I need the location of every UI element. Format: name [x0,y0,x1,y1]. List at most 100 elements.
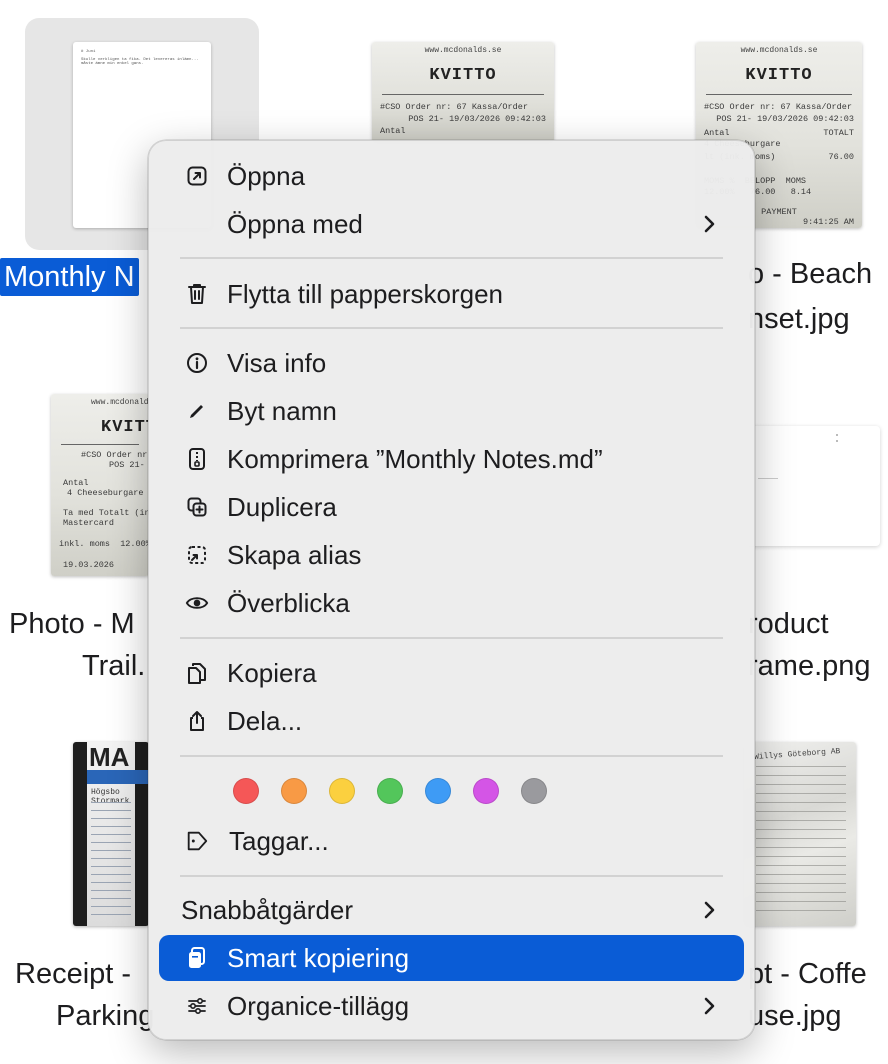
tag-color-purple[interactable] [473,778,499,804]
preview-line [758,478,778,479]
menu-item-label: Flytta till papperskorgen [227,278,504,309]
receipt-text: Antal [63,478,89,488]
receipt-text: KVITTO [101,418,149,437]
eye-icon [185,591,209,615]
tag-color-orange[interactable] [281,778,307,804]
tag-color-red[interactable] [233,778,259,804]
file-label-receipt-parking-2[interactable]: Parking [56,1000,154,1033]
preview-dot [836,440,838,442]
tag-icon [185,829,209,853]
receipt-text: 4 Cheeseburgare [67,488,144,498]
info-icon [185,351,209,375]
receipt-text: KVITTO [429,66,497,85]
file-label-product-frame-1[interactable]: roduct [748,608,829,641]
alias-icon [185,543,209,567]
chevron-right-icon [702,897,718,923]
doc-preview-line: Skulle verkligen ta fika. Det levereras … [81,58,199,66]
menu-item-label: Duplicera [227,491,337,522]
copy-icon [185,661,209,685]
file-label-receipt-parking-1[interactable]: Receipt - [15,958,131,991]
menu-item-share[interactable]: Dela... [159,698,744,744]
receipt-brand: MA [89,742,130,772]
tag-color-yellow[interactable] [329,778,355,804]
menu-item-make-alias[interactable]: Skapa alias [159,532,744,578]
receipt-rule [61,444,139,445]
menu-item-label: Komprimera ”Monthly Notes.md” [227,443,603,474]
share-icon [185,709,209,733]
zip-archive-icon [185,447,209,471]
context-menu: Öppna Öppna med Flytta till papperskorge… [148,140,755,1040]
menu-item-label: Snabbåtgärder [181,894,354,925]
menu-item-get-info[interactable]: Visa info [159,340,744,386]
file-label-monthly-notes[interactable]: Monthly N [0,258,139,296]
pencil-icon [185,399,209,423]
receipt-text: Willys Göteborg AB [753,746,841,763]
file-label-coffee-house-1[interactable]: pt - Coffe [748,958,867,991]
menu-separator [180,875,723,877]
tag-color-blue[interactable] [425,778,451,804]
file-label-coffee-house-2[interactable]: use.jpg [748,1000,842,1033]
open-arrow-icon [185,164,209,188]
menu-item-quick-look[interactable]: Överblicka [159,580,744,626]
smart-copy-icon [185,946,209,970]
tag-color-gray[interactable] [521,778,547,804]
menu-item-organice-extension[interactable]: Organice-tillägg [159,983,744,1029]
receipt-text: www.mcdonalds.se [424,46,502,55]
menu-item-label: Dela... [227,705,303,736]
receipt-text: POS 21- 19/03/2026 09:42:03 [109,460,145,470]
menu-item-compress[interactable]: Komprimera ”Monthly Notes.md” [159,436,744,482]
receipt-text: Ta med Totalt (ink. m [63,508,149,518]
duplicate-icon [185,495,209,519]
menu-item-label: Taggar... [229,825,329,856]
menu-item-quick-actions[interactable]: Snabbåtgärder [159,887,744,933]
receipt-text: KVITTO [745,66,813,85]
receipt-rule [382,94,544,95]
receipt-lines [91,802,131,922]
receipt-text: #CSO Order nr: 67 Kassa/Order [380,102,528,112]
receipt-text: #CSO Order nr: 67 Kassa/Order [81,450,149,460]
menu-item-duplicate[interactable]: Duplicera [159,484,744,530]
menu-item-label: Överblicka [227,587,350,618]
file-thumbnail-mountain-trail[interactable]: www.mcdonalds.se KVITTO #CSO Order nr: 6… [51,394,149,576]
receipt-text: POS 21- 19/03/2026 09:42:03 [408,114,546,124]
receipt-text: inkl. moms 12.00% [59,539,149,549]
chevron-right-icon [702,993,718,1019]
menu-item-copy[interactable]: Kopiera [159,650,744,696]
menu-item-open-with[interactable]: Öppna med [159,201,744,247]
trash-icon [185,282,209,306]
menu-item-label: Öppna [227,160,306,191]
file-label-mountain-trail-2[interactable]: Trail. [82,650,145,683]
file-thumbnail-product-frame[interactable] [744,426,880,546]
menu-item-label: Kopiera [227,657,317,688]
file-thumbnail-coffee-house[interactable]: Willys Göteborg AB [744,742,856,926]
file-thumbnail-receipt[interactable]: www.mcdonalds.se KVITTO #CSO Order nr: 6… [372,42,554,142]
chevron-right-icon [702,211,718,237]
file-label-beach-sunset-1[interactable]: o - Beach [748,258,872,291]
doc-preview-line: # Juni [81,50,96,54]
receipt-text: TOTALT [823,128,854,138]
receipt-text: Antal [380,126,406,136]
tag-color-green[interactable] [377,778,403,804]
menu-item-label: Byt namn [227,395,337,426]
receipt-text: www.mcdonalds.se [740,46,818,55]
menu-item-rename[interactable]: Byt namn [159,388,744,434]
file-thumbnail-receipt-parking[interactable]: MA Högsbo Stormark [73,742,149,926]
menu-item-label: Smart kopiering [227,942,410,973]
file-label-product-frame-2[interactable]: rame.png [748,650,871,683]
menu-separator [180,637,723,639]
menu-item-open[interactable]: Öppna [159,153,744,199]
preview-dot [836,434,838,436]
receipt-text: #CSO Order nr: 67 Kassa/Order [704,102,852,112]
menu-item-label: Organice-tillägg [227,990,410,1021]
receipt-text: Mastercard [63,518,115,528]
menu-item-tags[interactable]: Taggar... [159,818,744,864]
menu-separator [180,755,723,757]
menu-item-label: Skapa alias [227,539,362,570]
receipt-paper: MA Högsbo Stormark [87,742,149,926]
file-label-mountain-trail-1[interactable]: Photo - M [9,608,135,641]
menu-item-move-to-trash[interactable]: Flytta till papperskorgen [159,271,744,317]
menu-item-smart-copy[interactable]: Smart kopiering [159,935,744,981]
menu-item-label: Visa info [227,347,327,378]
file-label-beach-sunset-2[interactable]: nset.jpg [748,303,850,336]
receipt-text: www.mcdonalds.se [91,398,149,407]
